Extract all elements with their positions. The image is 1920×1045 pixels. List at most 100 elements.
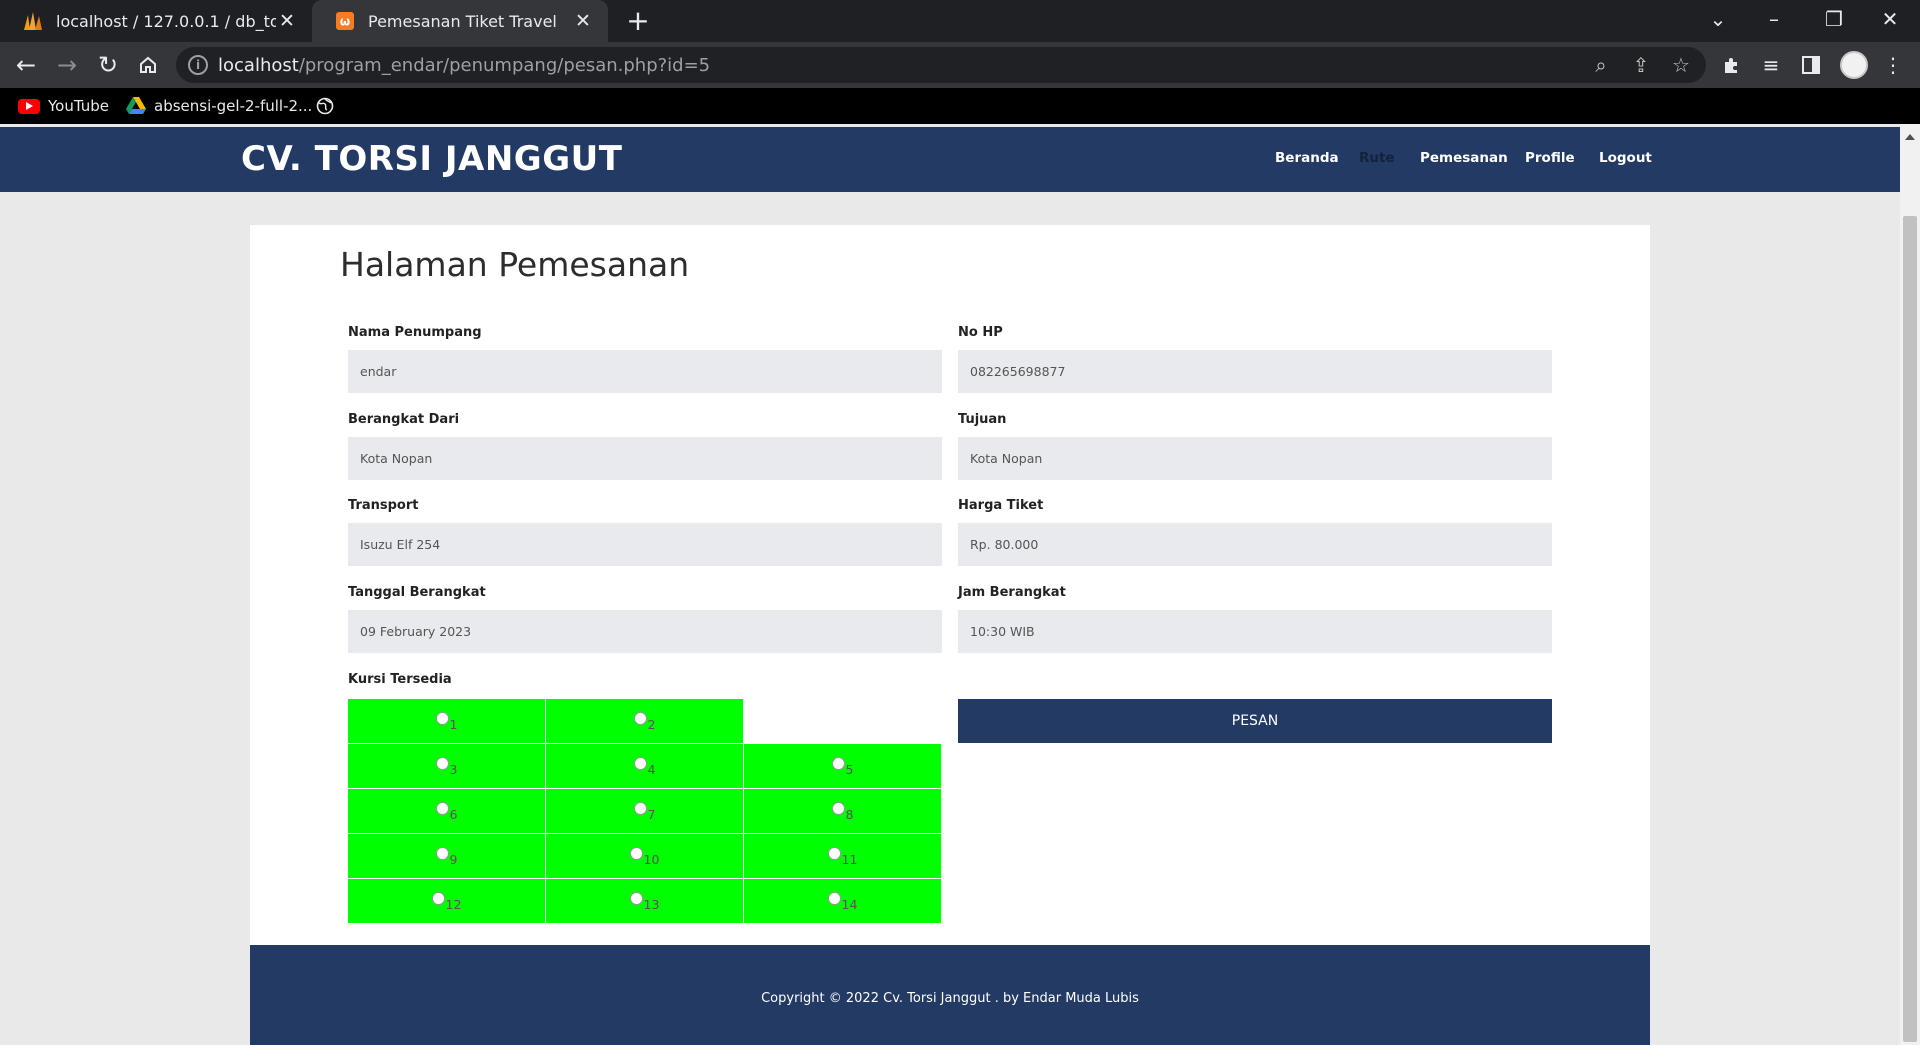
seat-number: 3 [449,761,458,777]
hp-field[interactable] [958,350,1552,393]
seat-option[interactable]: 10 [546,834,743,878]
seat-radio[interactable] [827,891,841,905]
profile-avatar[interactable] [1840,51,1868,79]
seat-number: 5 [845,761,854,777]
nav-beranda[interactable]: Beranda [1275,150,1339,166]
seat-radio[interactable] [435,846,449,860]
seat-option[interactable]: 11 [744,834,941,878]
xampp-icon: ω [334,10,356,32]
nav-logout[interactable]: Logout [1599,150,1652,166]
seat-empty [744,699,941,743]
site-brand[interactable]: CV. TORSI JANGGUT [241,139,622,179]
tanggal-field[interactable] [348,610,942,653]
media-control-icon[interactable]: ≡ [1756,49,1786,81]
seat-option[interactable]: 4 [546,744,743,788]
label-nama: Nama Penumpang [348,325,482,340]
seat-number: 7 [647,806,656,822]
url-text[interactable]: localhost/program_endar/penumpang/pesan.… [218,55,710,76]
harga-field[interactable] [958,523,1552,566]
home-icon[interactable] [132,49,164,81]
seat-number: 4 [647,761,656,777]
restore-icon[interactable]: ❐ [1806,0,1862,42]
close-window-icon[interactable]: ✕ [1862,0,1918,42]
nav-profile[interactable]: Profile [1525,150,1575,166]
seat-radio[interactable] [629,891,643,905]
seat-option[interactable]: 14 [744,879,941,923]
share-icon[interactable]: ⇪ [1626,50,1656,80]
scrollbar-thumb[interactable] [1903,216,1917,1042]
close-tab-icon[interactable]: ✕ [276,10,298,32]
seat-radio[interactable] [633,711,647,725]
seat-number: 8 [845,806,854,822]
seat-radio[interactable] [435,801,449,815]
label-dari: Berangkat Dari [348,412,460,427]
seat-number: 10 [643,851,660,867]
zoom-icon[interactable]: ⌕ [1586,50,1616,80]
tujuan-field[interactable] [958,437,1552,480]
seat-option[interactable]: 5 [744,744,941,788]
seat-number: 6 [449,806,458,822]
close-tab-icon[interactable]: ✕ [572,10,594,32]
seat-option[interactable]: 6 [348,789,545,833]
booking-card: Halaman Pemesanan Nama Penumpang No HP B… [250,225,1650,945]
label-jam: Jam Berangkat [958,585,1066,600]
side-panel-icon[interactable] [1796,49,1826,81]
menu-kebab-icon[interactable]: ⋮ [1878,49,1908,81]
nav-rute[interactable]: Rute [1359,150,1395,166]
bookmark-label: absensi-gel-2-full-2... [154,97,313,115]
seat-radio[interactable] [827,846,841,860]
label-transport: Transport [348,498,419,513]
seat-number: 1 [449,716,458,732]
minimize-icon[interactable]: – [1746,0,1802,42]
site-footer: Copyright © 2022 Cv. Torsi Janggut . by … [250,945,1650,1045]
jam-field[interactable] [958,610,1552,653]
seat-radio[interactable] [435,711,449,725]
dari-field[interactable] [348,437,942,480]
seat-option[interactable]: 12 [348,879,545,923]
phpmyadmin-icon [22,10,44,32]
seat-radio[interactable] [629,846,643,860]
seat-option[interactable]: 9 [348,834,545,878]
seat-radio[interactable] [431,891,445,905]
pesan-button[interactable]: PESAN [958,699,1552,743]
tab-search-icon[interactable]: ⌄ [1690,0,1746,42]
google-drive-icon [126,97,146,114]
page-scrollbar[interactable] [1900,124,1920,1045]
seat-option[interactable]: 7 [546,789,743,833]
forward-icon[interactable]: → [51,49,83,81]
seat-number: 12 [445,896,462,912]
bookmark-absensi[interactable]: absensi-gel-2-full-2... [126,94,312,118]
back-icon[interactable]: ← [10,49,42,81]
seat-radio[interactable] [831,801,845,815]
seat-option[interactable]: 13 [546,879,743,923]
new-tab-icon[interactable]: + [622,6,654,38]
nama-field[interactable] [348,350,942,393]
seat-radio[interactable] [633,756,647,770]
site-info-icon[interactable]: i [188,55,208,75]
seat-number: 2 [647,716,656,732]
tab-title: Pemesanan Tiket Travel [368,11,557,31]
label-tujuan: Tujuan [958,412,1007,427]
address-bar[interactable]: i localhost/program_endar/penumpang/pesa… [176,47,1706,83]
seat-radio[interactable] [633,801,647,815]
seat-option[interactable]: 1 [348,699,545,743]
seat-grid: 1 2 3 4 5 6 7 8 9 10 11 12 13 14 [348,699,942,923]
bookmark-youtube[interactable]: YouTube [18,94,109,118]
extensions-icon[interactable] [1716,49,1746,81]
seat-option[interactable]: 8 [744,789,941,833]
globe-icon[interactable] [316,94,334,118]
tab-pemesanan[interactable]: ω Pemesanan Tiket Travel ✕ [312,0,608,42]
transport-field[interactable] [348,523,942,566]
seat-radio[interactable] [435,756,449,770]
seat-option[interactable]: 3 [348,744,545,788]
tab-phpmyadmin[interactable]: localhost / 127.0.0.1 / db_torsijangg ✕ [0,0,312,42]
copyright-text: Copyright © 2022 Cv. Torsi Janggut . by … [761,991,1139,1006]
bookmark-star-icon[interactable]: ☆ [1666,50,1696,80]
scroll-up-icon[interactable] [1905,134,1915,140]
seat-radio[interactable] [831,756,845,770]
nav-pemesanan[interactable]: Pemesanan [1420,150,1508,166]
reload-icon[interactable]: ↻ [92,49,124,81]
svg-text:ω: ω [340,15,350,29]
seat-option[interactable]: 2 [546,699,743,743]
site-navbar: CV. TORSI JANGGUT Beranda Rute Pemesanan… [0,127,1900,192]
